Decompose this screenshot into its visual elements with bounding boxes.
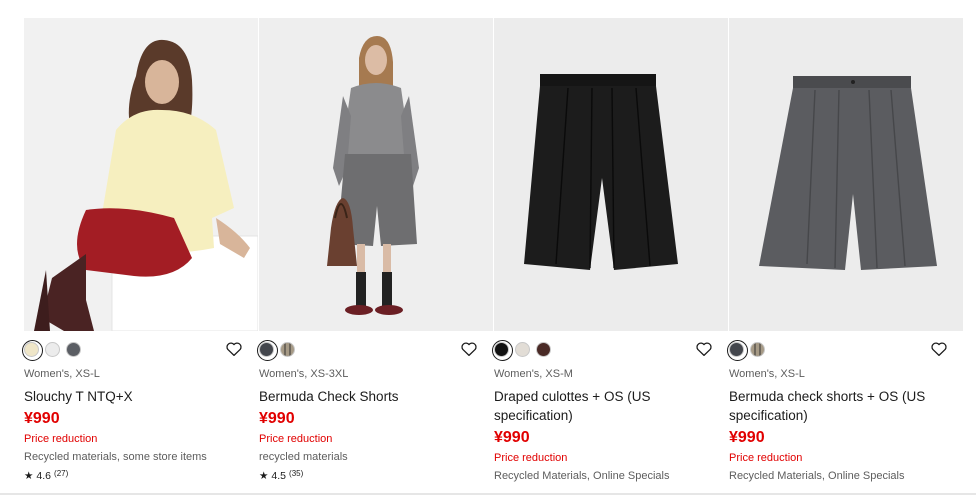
price-reduction-label: Price reduction xyxy=(729,452,803,464)
product-grid: Women's, XS-L Slouchy T NTQ+X ¥990 Price… xyxy=(22,18,964,495)
product-image[interactable] xyxy=(24,18,258,331)
product-price: ¥990 xyxy=(259,410,295,427)
product-price: ¥990 xyxy=(494,429,530,446)
color-swatch[interactable] xyxy=(22,339,43,361)
product-features: Recycled Materials, Online Specials xyxy=(494,470,670,482)
rating-value: 4.6 xyxy=(36,470,52,482)
price-reduction-label: Price reduction xyxy=(494,452,568,464)
color-swatch[interactable] xyxy=(727,339,748,361)
product-card[interactable]: Women's, XS-L Slouchy T NTQ+X ¥990 Price… xyxy=(22,18,259,495)
color-swatches xyxy=(492,339,551,361)
heart-outline-icon[interactable] xyxy=(460,340,478,358)
product-size-range: Women's, XS-L xyxy=(729,368,805,380)
product-name[interactable]: Slouchy T NTQ+X xyxy=(24,387,239,406)
product-size-range: Women's, XS-M xyxy=(494,368,573,380)
product-rating: ★ 4.5 (35) xyxy=(259,468,304,483)
price-reduction-label: Price reduction xyxy=(24,433,98,445)
color-swatch[interactable] xyxy=(45,341,60,357)
product-name[interactable]: Bermuda check shorts + OS (US specificat… xyxy=(729,387,944,425)
heart-outline-icon[interactable] xyxy=(930,340,948,358)
review-count: (35) xyxy=(289,468,304,478)
product-features: Recycled materials, some store items xyxy=(24,451,207,463)
product-name[interactable]: Draped culottes + OS (US specification) xyxy=(494,387,709,425)
product-price: ¥990 xyxy=(729,429,765,446)
color-swatches xyxy=(22,339,81,361)
product-name[interactable]: Bermuda Check Shorts xyxy=(259,387,474,406)
color-swatches xyxy=(727,339,765,361)
color-swatches xyxy=(257,339,295,361)
color-swatch[interactable] xyxy=(492,339,513,361)
color-swatch[interactable] xyxy=(280,341,295,357)
heart-outline-icon[interactable] xyxy=(225,340,243,358)
star-icon: ★ xyxy=(24,470,34,482)
product-price: ¥990 xyxy=(24,410,60,427)
color-swatch[interactable] xyxy=(515,341,530,357)
product-card[interactable]: Women's, XS-M Draped culottes + OS (US s… xyxy=(492,18,729,495)
color-swatch[interactable] xyxy=(66,341,81,357)
price-reduction-label: Price reduction xyxy=(259,433,333,445)
product-image[interactable] xyxy=(729,18,963,331)
product-rating: ★ 4.6 (27) xyxy=(24,468,69,483)
product-size-range: Women's, XS-L xyxy=(24,368,100,380)
color-swatch[interactable] xyxy=(257,339,278,361)
product-card[interactable]: Women's, XS-3XL Bermuda Check Shorts ¥99… xyxy=(257,18,494,495)
product-features: Recycled Materials, Online Specials xyxy=(729,470,905,482)
product-card[interactable]: Women's, XS-L Bermuda check shorts + OS … xyxy=(727,18,964,495)
rating-value: 4.5 xyxy=(271,470,287,482)
product-size-range: Women's, XS-3XL xyxy=(259,368,349,380)
heart-outline-icon[interactable] xyxy=(695,340,713,358)
color-swatch[interactable] xyxy=(750,341,765,357)
star-icon: ★ xyxy=(259,470,269,482)
review-count: (27) xyxy=(54,468,69,478)
product-image[interactable] xyxy=(494,18,728,331)
product-image[interactable] xyxy=(259,18,493,331)
product-features: recycled materials xyxy=(259,451,348,463)
color-swatch[interactable] xyxy=(536,341,551,357)
